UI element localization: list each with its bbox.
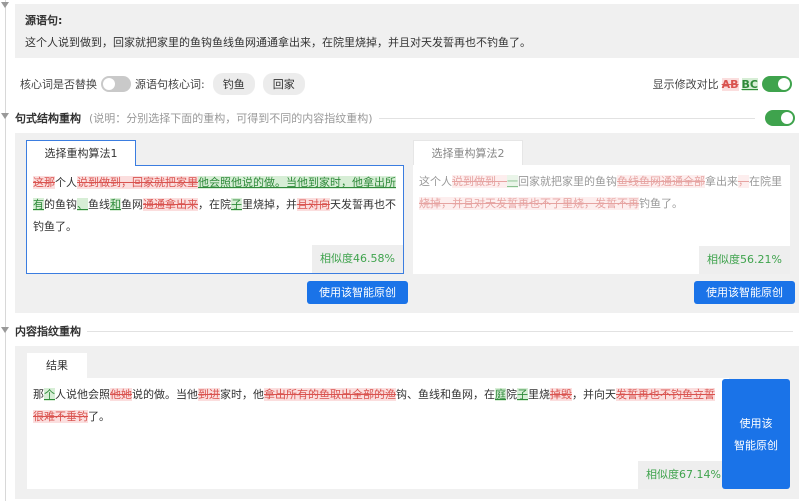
text-segment: ，并向天 (572, 388, 616, 401)
toggle-knob (103, 78, 115, 90)
toggle-knob (778, 78, 790, 90)
timeline-arrow-icon (1, 2, 9, 8)
keyword-replace-label: 核心词是否替换 (20, 78, 97, 91)
tab-result[interactable]: 结果 (27, 353, 87, 379)
similarity-badge: 相似度46.58% (312, 245, 403, 273)
keyword-replace-toggle[interactable] (101, 76, 131, 92)
use-algorithm-2-button[interactable]: 使用该智能原创 (694, 281, 795, 304)
deleted-text: 说到做到， (452, 175, 507, 188)
deleted-text: ， (738, 175, 749, 188)
options-row: 核心词是否替换 源语句核心词: 钓鱼 回家 显示修改对比 AB BC (20, 73, 796, 95)
similarity-badge: 相似度67.14% (638, 461, 729, 489)
inserted-text: 子 (231, 198, 242, 211)
text-segment: 鱼线 (88, 198, 110, 211)
text-segment: 钩、鱼线和鱼网，在 (396, 388, 495, 401)
inserted-text: 、 (77, 198, 88, 211)
tab-algorithm-2[interactable]: 选择重构算法2 (413, 140, 523, 166)
use-algorithm-1-button[interactable]: 使用该智能原创 (307, 281, 408, 304)
fingerprint-text: 那个人说他会照他她说的做。当他到进家时，他拿出所有的鱼取出全部的渔钩、鱼线和鱼网… (33, 384, 723, 428)
text-segment: 院 (506, 388, 517, 401)
use-fingerprint-button[interactable]: 使用该 智能原创 (722, 379, 790, 489)
inserted-text: 和 (110, 198, 121, 211)
deleted-text: 掉毁 (550, 388, 572, 401)
deleted-text: 说到做到，回家就把家里 (77, 176, 198, 189)
text-segment: ，在院 (198, 198, 231, 211)
deleted-text: 烧掉，并且对天发誓再也不子里烧，发誓不再 (419, 197, 639, 210)
inserted-text: 个 (44, 388, 55, 401)
text-segment: 说的做。当他 (132, 388, 198, 401)
timeline-arrow-icon (1, 327, 9, 333)
toggle-knob (781, 112, 793, 124)
timeline-arrow-icon (1, 113, 9, 119)
structure-panel: 选择重构算法1 选择重构算法2 这那个人说到做到，回家就把家里他会照他说的做。当… (15, 133, 799, 313)
divider (378, 117, 755, 119)
text-segment: 那 (33, 388, 44, 401)
text-segment: 钓鱼了。 (639, 197, 683, 210)
fingerprint-result: 那个人说他会照他她说的做。当他到进家时，他拿出所有的鱼取出全部的渔钩、鱼线和鱼网… (27, 378, 729, 489)
text-segment: 了。 (88, 410, 110, 423)
algorithm-2-result: 这个人说到做到，一回家就把家里的鱼钩鱼线鱼网通通全部拿出来，在院里烧掉，并且对天… (413, 165, 790, 274)
keyword-chip[interactable]: 钓鱼 (212, 73, 255, 95)
deleted-text: 到进 (198, 388, 220, 401)
use-fingerprint-button-line1: 使用该 (739, 417, 773, 430)
deleted-text: 且对向 (297, 198, 330, 211)
algorithm-2-text: 这个人说到做到，一回家就把家里的鱼钩鱼线鱼网通通全部拿出来，在院里烧掉，并且对天… (419, 171, 784, 215)
tab-algorithm-1[interactable]: 选择重构算法1 (26, 140, 136, 166)
deleted-text: 他她 (110, 388, 132, 401)
text-segment: 回家就把家里的鱼钩 (518, 175, 617, 188)
source-title: 源语句: (25, 14, 63, 27)
deleted-text: 拿出所有的鱼取出全部的渔 (264, 388, 396, 401)
inserted-text: 庭 (495, 388, 506, 401)
fingerprint-section-header: 内容指纹重构 (15, 322, 799, 340)
text-segment: 里烧 (528, 388, 550, 401)
similarity-badge: 相似度56.21% (699, 246, 790, 274)
structure-section-note: (说明：分别选择下面的重构，可得到不同的内容指纹重构) (89, 112, 373, 125)
text-segment: 拿出来 (705, 175, 738, 188)
timeline-line (5, 0, 6, 501)
keyword-chip[interactable]: 回家 (262, 73, 305, 95)
source-sentence-panel: 源语句: 这个人说到做到，回家就把家里的鱼钩鱼线鱼网通通拿出来，在院里烧掉，并且… (15, 4, 799, 58)
text-segment: 家时，他 (220, 388, 264, 401)
inserted-text: 一 (507, 175, 518, 188)
deleted-text: 通通拿出来 (143, 198, 198, 211)
fingerprint-panel: 结果 那个人说他会照他她说的做。当他到进家时，他拿出所有的鱼取出全部的渔钩、鱼线… (15, 346, 799, 499)
text-segment: 里烧掉，并 (242, 198, 297, 211)
use-fingerprint-button-line2: 智能原创 (734, 439, 778, 452)
structure-section-header: 句式结构重构 (说明：分别选择下面的重构，可得到不同的内容指纹重构) (15, 109, 799, 127)
text-segment: 的鱼钩 (44, 198, 77, 211)
diff-demo-deleted: AB (721, 77, 739, 91)
inserted-text: 子 (517, 388, 528, 401)
divider (87, 330, 793, 332)
text-segment: 人说他会照 (55, 388, 110, 401)
show-diff-toggle[interactable] (762, 76, 792, 92)
text-segment: 鱼网 (121, 198, 143, 211)
text-segment: 在院里 (749, 175, 782, 188)
source-text: 这个人说到做到，回家就把家里的鱼钩鱼线鱼网通通拿出来，在院里烧掉，并且对天发誓再… (25, 36, 531, 49)
show-diff-group: 显示修改对比 AB BC (653, 76, 796, 92)
algorithm-1-text: 这那个人说到做到，回家就把家里他会照他说的做。当他到家时，他拿出所有的鱼钩、鱼线… (33, 172, 397, 238)
text-segment: 这个人 (419, 175, 452, 188)
structure-section-title: 句式结构重构 (15, 112, 81, 125)
source-keywords-label: 源语句核心词: (135, 78, 205, 91)
algorithm-1-result: 这那个人说到做到，回家就把家里他会照他说的做。当他到家时，他拿出所有的鱼钩、鱼线… (26, 165, 404, 274)
text-segment: 个人 (55, 176, 77, 189)
deleted-text: 这那 (33, 176, 55, 189)
show-diff-label: 显示修改对比 (652, 78, 719, 91)
structure-enable-toggle[interactable] (765, 110, 795, 126)
fingerprint-section-title: 内容指纹重构 (15, 325, 81, 338)
diff-demo-inserted: BC (741, 77, 758, 91)
deleted-text: 鱼线鱼网通通全部 (617, 175, 705, 188)
